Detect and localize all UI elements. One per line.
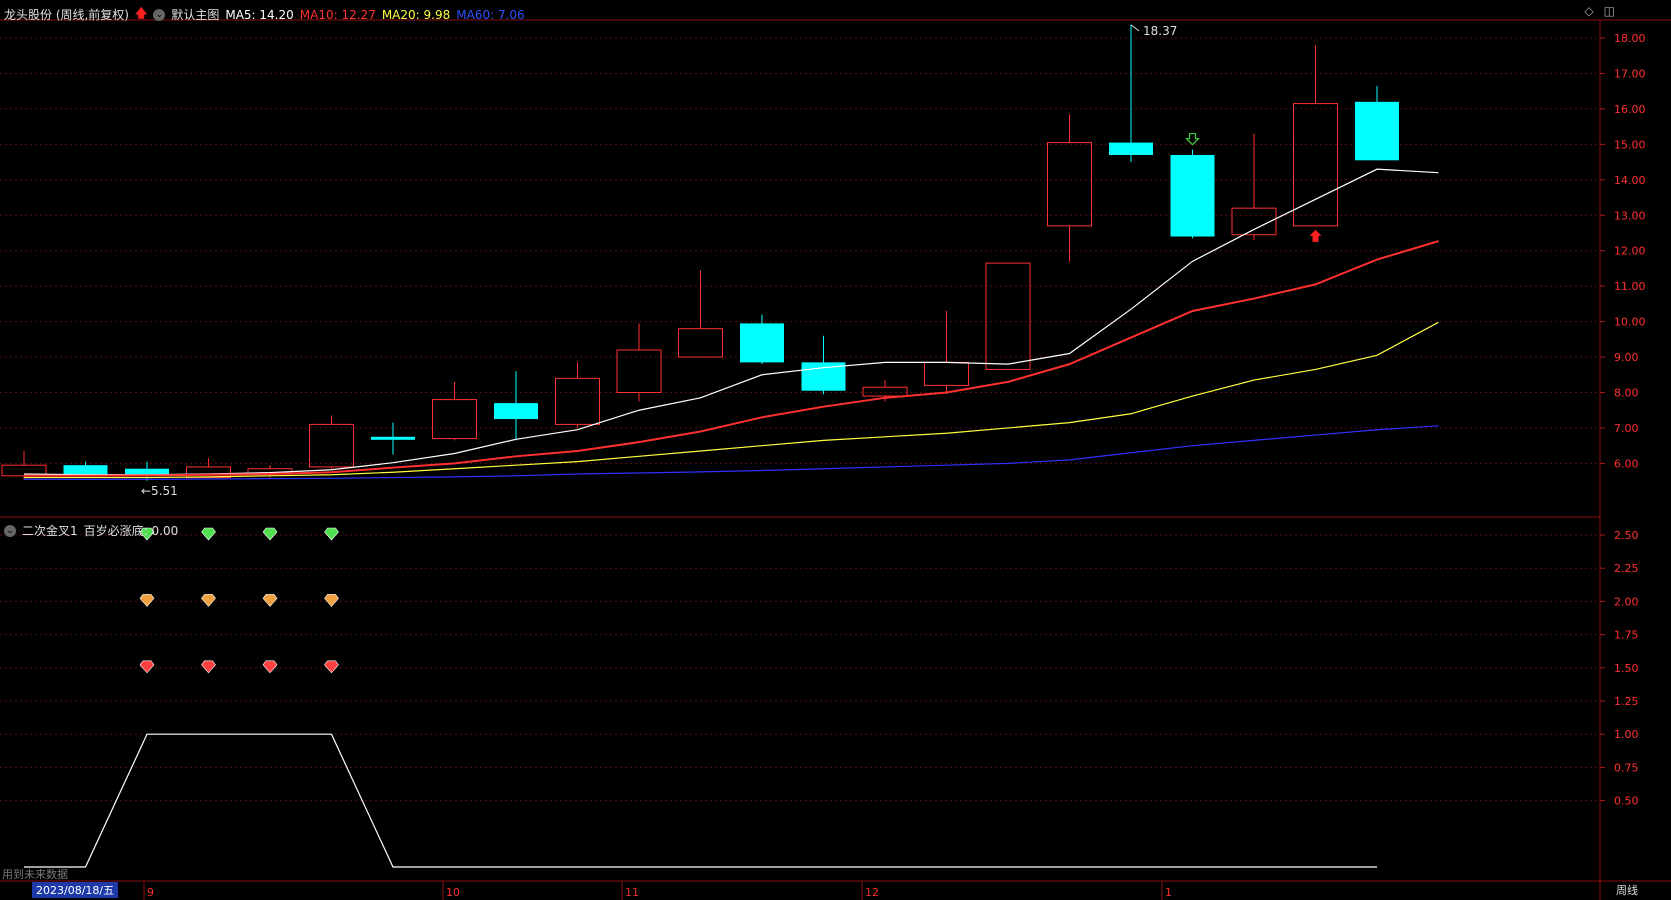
price-tick-label: 16.00 (1614, 103, 1646, 116)
indicator-tick-label: 1.25 (1614, 695, 1639, 708)
red-up-arrow-icon: 🡅 (135, 6, 148, 20)
diamond-icon[interactable]: ◇ (1584, 4, 1593, 18)
price-tick-label: 6.00 (1614, 457, 1639, 470)
price-tick-label: 17.00 (1614, 67, 1646, 80)
indicator-tick-label: 1.00 (1614, 728, 1639, 741)
ma-line-ma10 (24, 240, 1439, 477)
future-data-note: 用到未来数据 (2, 868, 68, 881)
month-label: 10 (446, 886, 460, 899)
candle-body (1170, 154, 1215, 237)
cursor-date-label: 2023/08/18/五 (32, 882, 119, 898)
chart-canvas[interactable]: 18.37←5.51 18.0017.0016.0015.0014.0013.0… (0, 0, 1671, 900)
ma20-label: MA20: 9.98 (381, 7, 451, 22)
indicator-tick-label: 0.75 (1614, 761, 1639, 774)
candle-body (432, 399, 477, 440)
green-down-arrow-icon (1185, 133, 1200, 146)
ma60-label: MA60: 7.06 (456, 7, 525, 22)
candle-body (1293, 103, 1338, 227)
indicator-tick-label: 1.50 (1614, 662, 1639, 675)
candle-body (985, 262, 1031, 370)
candle-body (371, 436, 415, 440)
red-up-arrow-icon (1309, 229, 1322, 242)
price-tick-label: 8.00 (1614, 387, 1639, 400)
month-label: 11 (625, 886, 639, 899)
gem-icon (324, 527, 339, 541)
stock-title[interactable]: 龙头股份 (周线,前复权) (4, 6, 129, 23)
candle-body (1047, 142, 1092, 227)
candle-body (309, 423, 354, 468)
window-restore-icon[interactable]: ◫ (1604, 4, 1615, 18)
indicator-tick-label: 1.75 (1614, 629, 1639, 642)
ma5-label: MA5: 14.20 (225, 7, 294, 22)
candle-body (924, 361, 969, 386)
gem-icon (139, 660, 155, 674)
candle-body (186, 466, 231, 479)
price-tick-label: 13.00 (1614, 209, 1646, 222)
gem-icon (262, 594, 278, 607)
high-marker (1130, 24, 1140, 32)
gem-icon (139, 594, 155, 607)
indicator-title[interactable]: 二次金叉1 (22, 522, 78, 539)
ma-line-ma20 (24, 321, 1439, 479)
high-annotation: 18.37 (1143, 24, 1177, 38)
price-tick-label: 15.00 (1614, 138, 1646, 151)
gem-icon (201, 527, 216, 541)
month-label: 1 (1165, 886, 1172, 899)
indicator-tick-label: 2.25 (1614, 562, 1639, 575)
candle-body (125, 468, 169, 475)
ma-line-ma60 (24, 425, 1439, 480)
candle-body (740, 323, 784, 363)
price-tick-label: 9.00 (1614, 351, 1639, 364)
window-controls: ◇ ◫ (1584, 4, 1615, 18)
gem-icon (324, 594, 339, 607)
gem-icon (262, 527, 278, 541)
indicator-tick-label: 2.00 (1614, 595, 1639, 608)
gem-icon (201, 594, 216, 607)
candle-body (862, 386, 908, 397)
chart-mode-label[interactable]: 默认主图 (171, 6, 219, 23)
period-button[interactable]: 周线 (1616, 882, 1638, 898)
candle-body (494, 403, 538, 420)
price-tick-label: 12.00 (1614, 245, 1646, 258)
candle-body (678, 328, 723, 358)
gem-icon (262, 660, 278, 674)
ma10-label: MA10: 12.27 (299, 7, 376, 22)
price-tick-label: 7.00 (1614, 422, 1639, 435)
candle-body (1109, 142, 1153, 155)
indicator-tick-label: 2.50 (1614, 529, 1639, 542)
candle-body (616, 349, 662, 393)
indicator-tick-label: 0.50 (1614, 795, 1639, 808)
price-tick-label: 14.00 (1614, 174, 1646, 187)
candle-body (555, 377, 600, 425)
chevron-down-icon[interactable]: ⌄ (4, 524, 16, 537)
indicator-value: 百岁必涨底: 0.00 (83, 524, 179, 538)
indicator-header: ⌄ 二次金叉1 百岁必涨底: 0.00 (4, 522, 178, 539)
month-label: 9 (147, 886, 154, 899)
gem-icon (324, 660, 339, 674)
candle-body (1355, 101, 1399, 161)
month-label: 12 (865, 886, 879, 899)
low-annotation: ←5.51 (141, 484, 178, 498)
price-tick-label: 10.00 (1614, 316, 1646, 329)
chevron-down-icon[interactable]: ⌄ (153, 8, 166, 21)
gem-icon (201, 660, 216, 674)
main-chart-header: 龙头股份 (周线,前复权) 🡅 ⌄ 默认主图 MA5: 14.20 MA10: … (4, 4, 525, 25)
price-tick-label: 11.00 (1614, 280, 1646, 293)
price-tick-label: 18.00 (1614, 32, 1646, 45)
